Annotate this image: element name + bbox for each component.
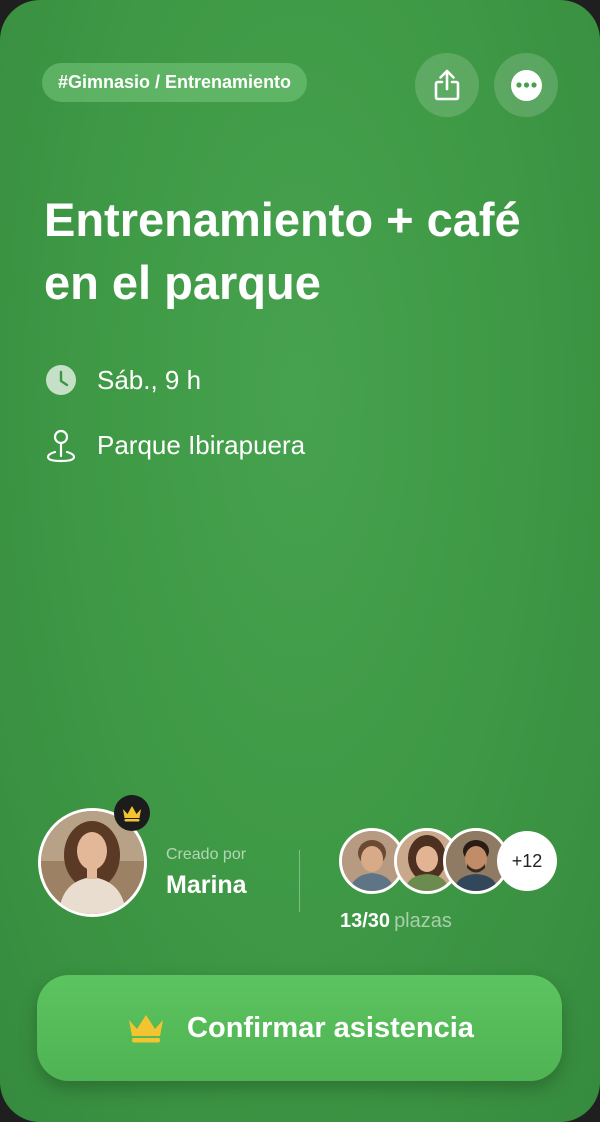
more-options-button[interactable] <box>494 53 558 117</box>
crown-icon <box>121 804 143 822</box>
divider <box>299 850 300 912</box>
confirm-attendance-label: Confirmar asistencia <box>187 1011 474 1044</box>
category-tag[interactable]: #Gimnasio / Entrenamiento <box>42 63 308 102</box>
spots-taken: 13/30 <box>340 910 391 932</box>
confirm-attendance-button[interactable]: Confirmar asistencia <box>37 975 562 1081</box>
more-icon <box>510 69 542 101</box>
share-button[interactable] <box>415 53 479 117</box>
spots-counter: 13/30 plazas <box>340 910 452 933</box>
event-datetime: Sáb., 9 h <box>97 364 202 395</box>
spots-label: plazas <box>394 910 452 932</box>
clock-icon <box>44 363 78 397</box>
creator-crown-badge <box>114 795 150 831</box>
created-by-label: Creado por <box>166 846 247 863</box>
event-location: Parque Ibirapuera <box>97 429 306 460</box>
crown-icon <box>125 1011 167 1045</box>
event-location-row[interactable]: Parque Ibirapuera <box>44 428 306 463</box>
share-icon <box>432 68 462 102</box>
location-pin-icon <box>44 428 78 463</box>
more-attendees-count[interactable]: +12 <box>497 831 557 891</box>
event-datetime-row: Sáb., 9 h <box>44 363 201 397</box>
creator-name[interactable]: Marina <box>166 871 247 900</box>
event-title: Entrenamiento + café en el parque <box>44 193 521 309</box>
event-card: #Gimnasio / Entrenamiento Entrenamiento … <box>0 0 600 1122</box>
